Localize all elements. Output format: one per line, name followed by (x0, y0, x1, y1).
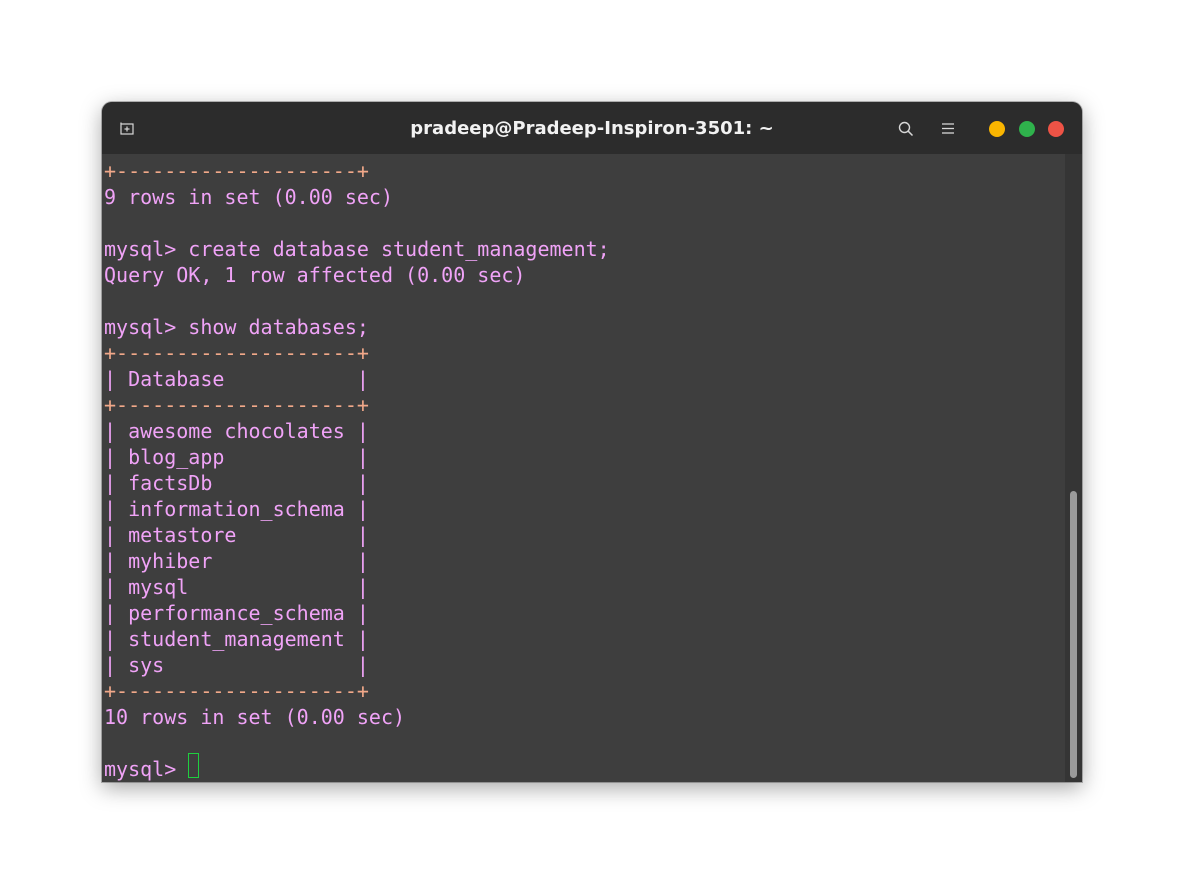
table-row: | factsDb | (104, 471, 369, 495)
output-line: 10 rows in set (0.00 sec) (104, 705, 406, 729)
command-line: mysql> show databases; (104, 315, 369, 339)
text-cursor (188, 753, 199, 778)
table-row: | blog_app | (104, 445, 369, 469)
hamburger-menu-icon[interactable] (942, 123, 954, 134)
output-line: 9 rows in set (0.00 sec) (104, 185, 393, 209)
table-border-line: +--------------------+ (104, 341, 369, 365)
scrollbar[interactable] (1065, 154, 1082, 782)
table-border-line: +--------------------+ (104, 679, 369, 703)
window-title: pradeep@Pradeep-Inspiron-3501: ~ (410, 118, 774, 139)
output-line: Query OK, 1 row affected (0.00 sec) (104, 263, 526, 287)
table-row: | information_schema | (104, 497, 369, 521)
maximize-button[interactable] (1019, 121, 1035, 137)
table-row: | mysql | (104, 575, 369, 599)
table-header-row: | Database | (104, 367, 369, 391)
command-line: mysql> create database student_managemen… (104, 237, 610, 261)
table-row: | myhiber | (104, 549, 369, 573)
terminal-output[interactable]: +--------------------+ 9 rows in set (0.… (102, 154, 1064, 782)
scrollbar-thumb[interactable] (1070, 491, 1077, 778)
table-border-line: +--------------------+ (104, 159, 369, 183)
table-row: | metastore | (104, 523, 369, 547)
table-border-line: +--------------------+ (104, 393, 369, 417)
terminal-window: pradeep@Pradeep-Inspiron-3501: ~ +------… (102, 102, 1082, 782)
table-row: | student_management | (104, 627, 369, 651)
search-icon[interactable] (898, 121, 914, 137)
table-row: | sys | (104, 653, 369, 677)
table-row: | performance_schema | (104, 601, 369, 625)
minimize-button[interactable] (989, 121, 1005, 137)
title-bar[interactable]: pradeep@Pradeep-Inspiron-3501: ~ (102, 102, 1082, 154)
mysql-prompt[interactable]: mysql> (104, 756, 188, 782)
close-button[interactable] (1048, 121, 1064, 137)
table-row: | awesome chocolates | (104, 419, 369, 443)
